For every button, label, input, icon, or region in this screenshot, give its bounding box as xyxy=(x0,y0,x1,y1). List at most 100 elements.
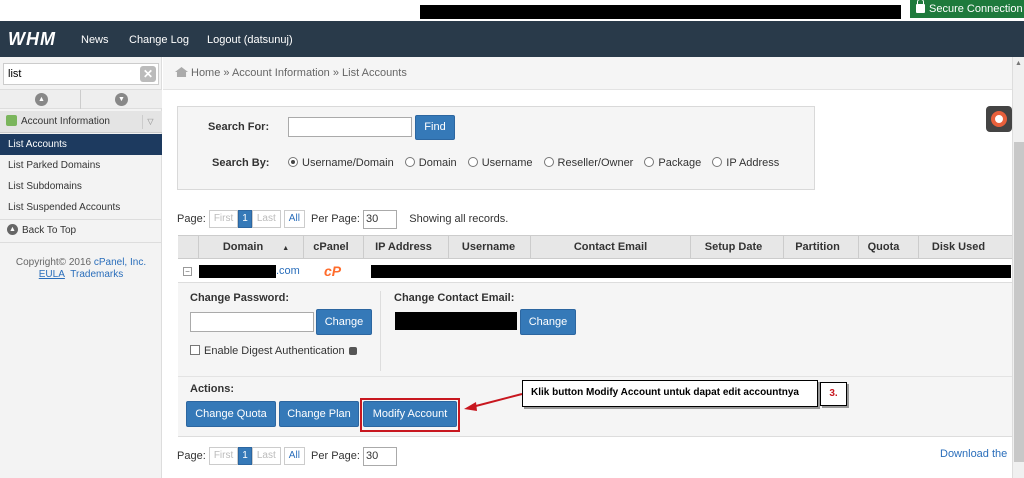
radio-circle xyxy=(404,157,415,168)
nav-changelog-link[interactable]: Change Log xyxy=(129,34,189,46)
breadcrumb-home[interactable]: Home xyxy=(191,67,220,79)
page-current[interactable]: 1 xyxy=(238,447,252,466)
radio-circle xyxy=(467,157,478,168)
per-page-input[interactable]: 30 xyxy=(363,209,398,229)
find-button[interactable]: Find xyxy=(415,115,455,140)
col-ip-address[interactable]: IP Address xyxy=(363,236,443,258)
radio-circle xyxy=(712,157,723,168)
eula-link[interactable]: EULA xyxy=(39,269,65,280)
radio-ip-address[interactable]: IP Address xyxy=(712,157,779,169)
col-cpanel[interactable]: cPanel xyxy=(303,236,358,258)
top-navbar: WHM News Change Log Logout (datsunuj) xyxy=(0,21,1024,57)
info-icon xyxy=(348,347,357,356)
search-for-input[interactable] xyxy=(288,117,412,137)
radio-username-domain[interactable]: Username/Domain xyxy=(288,157,394,169)
redacted-domain xyxy=(199,265,276,278)
sort-asc-icon: ▲ xyxy=(282,245,290,252)
arrow-up-icon: ▲ xyxy=(7,223,18,235)
col-domain[interactable]: Domain ▲ xyxy=(198,236,313,258)
radio-domain[interactable]: Domain xyxy=(404,157,457,169)
col-quota[interactable]: Quota xyxy=(858,236,908,258)
search-panel: Search For: Find Search By: Username/Dom… xyxy=(177,106,815,190)
page-first[interactable]: First xyxy=(208,210,239,229)
collapse-up-icon[interactable]: ▲ xyxy=(35,93,48,106)
redacted-email-input[interactable] xyxy=(395,312,517,330)
cpanel-icon[interactable]: cP xyxy=(324,263,341,279)
page-last[interactable]: Last xyxy=(251,210,281,229)
page-first[interactable]: First xyxy=(208,447,239,466)
collapse-row-icon[interactable]: − xyxy=(183,267,192,276)
change-email-button[interactable]: Change xyxy=(520,309,576,335)
col-disk-used[interactable]: Disk Used xyxy=(918,236,998,258)
nav-news-link[interactable]: News xyxy=(81,34,109,46)
col-partition[interactable]: Partition xyxy=(783,236,851,258)
nav-logout-link[interactable]: Logout (datsunuj) xyxy=(207,34,293,46)
per-page-input[interactable]: 30 xyxy=(363,446,398,466)
showing-records: Showing all records. xyxy=(409,213,509,225)
page-last[interactable]: Last xyxy=(251,447,281,466)
home-icon xyxy=(175,67,188,77)
trademarks-link[interactable]: Trademarks xyxy=(70,269,123,280)
domain-suffix[interactable]: .com xyxy=(276,265,300,277)
page-all[interactable]: All xyxy=(283,210,305,229)
annotation-callout: Klik button Modify Account untuk dapat e… xyxy=(522,380,818,407)
change-password-button[interactable]: Change xyxy=(316,309,372,335)
modify-account-highlight xyxy=(360,398,460,432)
scroll-thumb[interactable] xyxy=(1014,142,1024,462)
clear-search-icon[interactable]: ✕ xyxy=(140,66,156,82)
back-to-top-link[interactable]: ▲ Back To Top xyxy=(0,219,162,243)
pagination-bottom: Page: First 1 Last All Per Page: 30 xyxy=(177,446,398,466)
expand-down-icon[interactable]: ▼ xyxy=(115,93,128,106)
breadcrumb-current: List Accounts xyxy=(342,67,407,79)
scroll-up-icon[interactable]: ▲ xyxy=(1015,60,1022,67)
radio-circle xyxy=(288,157,298,168)
redacted-row-data xyxy=(371,265,1011,278)
lifebuoy-ring xyxy=(991,111,1007,127)
sidebar-item-list-suspended-accounts[interactable]: List Suspended Accounts xyxy=(0,197,162,218)
radio-username[interactable]: Username xyxy=(467,157,532,169)
col-setup-date[interactable]: Setup Date xyxy=(690,236,776,258)
radio-circle xyxy=(543,157,554,168)
sidebar-item-list-accounts[interactable]: List Accounts xyxy=(0,134,162,155)
cpanel-inc-link[interactable]: cPanel, Inc. xyxy=(94,257,146,268)
account-detail-panel: Change Password: Change Enable Digest Au… xyxy=(178,283,1012,437)
page-all[interactable]: All xyxy=(283,447,305,466)
password-input[interactable] xyxy=(190,312,314,332)
panel-divider xyxy=(380,291,381,371)
search-by-label: Search By: xyxy=(212,157,270,169)
change-quota-button[interactable]: Change Quota xyxy=(186,401,276,427)
search-by-options: Username/Domain Domain Username Reseller… xyxy=(288,157,787,169)
account-info-icon xyxy=(6,114,17,126)
whm-logo[interactable]: WHM xyxy=(8,29,56,50)
radio-package[interactable]: Package xyxy=(644,157,701,169)
secure-connection-badge: Secure Connection xyxy=(910,0,1024,18)
sidebar-search: ✕ xyxy=(3,63,159,85)
sidebar-arrows: ▲ ▼ xyxy=(0,89,162,109)
change-email-label: Change Contact Email: xyxy=(394,292,515,304)
sidebar-search-input[interactable] xyxy=(4,64,134,84)
col-contact-email[interactable]: Contact Email xyxy=(530,236,690,258)
pagination-top: Page: First 1 Last All Per Page: 30 Showin… xyxy=(177,209,508,229)
breadcrumb: Home » Account Information » List Accoun… xyxy=(163,57,1024,90)
digest-auth-checkbox[interactable] xyxy=(190,345,200,356)
download-link[interactable]: Download the xyxy=(940,448,1012,460)
sidebar: ✕ ▲ ▼ Account Information ▽ List Account… xyxy=(0,57,162,478)
digest-auth-option[interactable]: Enable Digest Authentication xyxy=(190,345,357,357)
change-password-label: Change Password: xyxy=(190,292,290,304)
page-current[interactable]: 1 xyxy=(238,210,252,229)
radio-reseller-owner[interactable]: Reseller/Owner xyxy=(543,157,633,169)
sidebar-item-list-parked-domains[interactable]: List Parked Domains xyxy=(0,155,162,176)
col-username[interactable]: Username xyxy=(448,236,528,258)
chevron-down-icon[interactable]: ▽ xyxy=(142,115,158,129)
lock-icon xyxy=(916,0,925,13)
sidebar-category-account-information[interactable]: Account Information ▽ xyxy=(0,111,162,133)
table-row[interactable]: − .com cP xyxy=(178,259,1012,283)
arrow-divider xyxy=(80,90,81,109)
help-lifebuoy-icon[interactable] xyxy=(986,106,1012,132)
page-scrollbar[interactable]: ▲ xyxy=(1012,57,1024,478)
annotation-arrow xyxy=(464,393,523,411)
breadcrumb-section[interactable]: Account Information xyxy=(232,67,330,79)
actions-label: Actions: xyxy=(190,383,234,395)
change-plan-button[interactable]: Change Plan xyxy=(279,401,359,427)
sidebar-item-list-subdomains[interactable]: List Subdomains xyxy=(0,176,162,197)
